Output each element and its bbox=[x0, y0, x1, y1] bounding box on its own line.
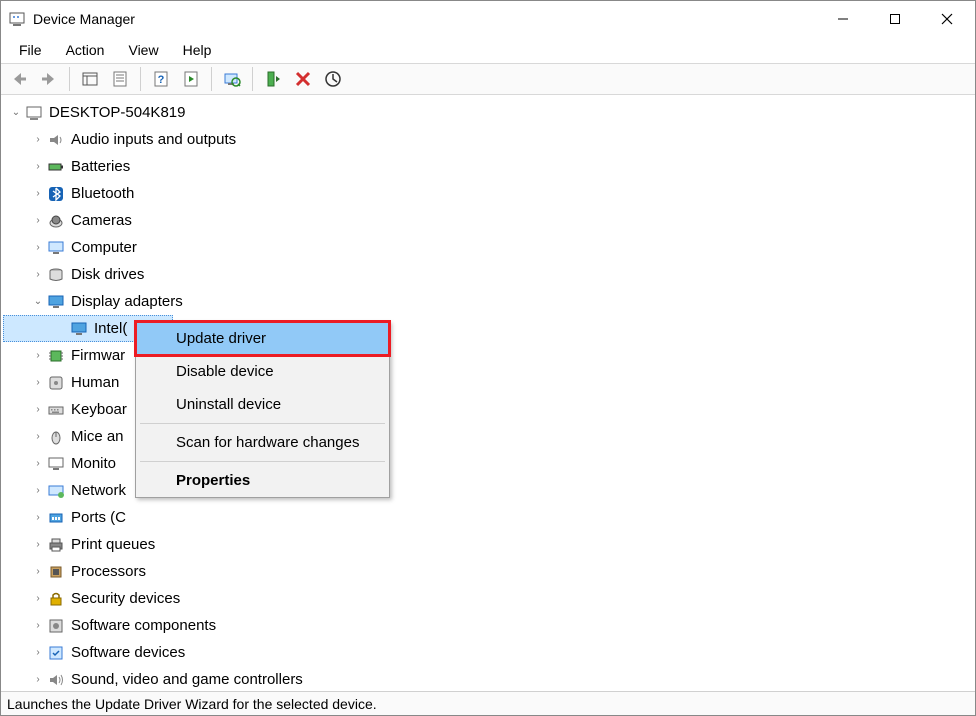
swc-icon bbox=[47, 617, 65, 635]
tree-category-label: Processors bbox=[71, 563, 146, 580]
tree-category-label: Computer bbox=[71, 239, 137, 256]
context-menu: Update driverDisable deviceUninstall dev… bbox=[135, 321, 390, 498]
show-all-button[interactable] bbox=[76, 65, 104, 93]
tree-category-label: Cameras bbox=[71, 212, 132, 229]
tree-category-label: Batteries bbox=[71, 158, 130, 175]
tree-category-label: Firmwar bbox=[71, 347, 125, 364]
context-menu-item[interactable]: Properties bbox=[136, 464, 389, 497]
speaker-icon bbox=[47, 131, 65, 149]
cpu-icon bbox=[47, 563, 65, 581]
minimize-button[interactable] bbox=[817, 1, 869, 37]
tree-category[interactable]: ›Security devices bbox=[3, 585, 975, 612]
close-button[interactable] bbox=[921, 1, 973, 37]
tree-root-label: DESKTOP-504K819 bbox=[49, 104, 185, 121]
tree-category[interactable]: ›Bluetooth bbox=[3, 180, 975, 207]
tree-category-label: Monito bbox=[71, 455, 116, 472]
tree-device-label: Intel( bbox=[94, 320, 127, 337]
battery-icon bbox=[47, 158, 65, 176]
tree-category-label: Ports (C bbox=[71, 509, 126, 526]
statusbar: Launches the Update Driver Wizard for th… bbox=[1, 691, 975, 715]
tree-category[interactable]: ›Disk drives bbox=[3, 261, 975, 288]
tree-category-label: Display adapters bbox=[71, 293, 183, 310]
context-menu-separator bbox=[140, 461, 385, 462]
tree-category-label: Network bbox=[71, 482, 126, 499]
context-menu-separator bbox=[140, 423, 385, 424]
tree-category[interactable]: ›Ports (C bbox=[3, 504, 975, 531]
keyboard-icon bbox=[47, 401, 65, 419]
forward-button[interactable] bbox=[35, 65, 63, 93]
lock-icon bbox=[47, 590, 65, 608]
menu-view[interactable]: View bbox=[116, 40, 170, 60]
toolbar-separator bbox=[69, 67, 70, 91]
tree-root[interactable]: ⌄DESKTOP-504K819 bbox=[3, 99, 975, 126]
disable-button[interactable] bbox=[319, 65, 347, 93]
printer-icon bbox=[47, 536, 65, 554]
tree-category-label: Software components bbox=[71, 617, 216, 634]
context-menu-item[interactable]: Update driver bbox=[136, 322, 389, 355]
network-icon bbox=[47, 482, 65, 500]
tree-category-label: Print queues bbox=[71, 536, 155, 553]
tree-category[interactable]: ›Sound, video and game controllers bbox=[3, 666, 975, 691]
maximize-button[interactable] bbox=[869, 1, 921, 37]
menu-file[interactable]: File bbox=[7, 40, 54, 60]
titlebar: Device Manager bbox=[1, 1, 975, 37]
tree-category[interactable]: ›Processors bbox=[3, 558, 975, 585]
context-menu-item[interactable]: Disable device bbox=[136, 355, 389, 388]
bluetooth-icon bbox=[47, 185, 65, 203]
back-button[interactable] bbox=[5, 65, 33, 93]
status-text: Launches the Update Driver Wizard for th… bbox=[7, 696, 377, 712]
swd-icon bbox=[47, 644, 65, 662]
tree-category-label: Software devices bbox=[71, 644, 185, 661]
camera-icon bbox=[47, 212, 65, 230]
action-button[interactable] bbox=[177, 65, 205, 93]
port-icon bbox=[47, 509, 65, 527]
tree-category-label: Disk drives bbox=[71, 266, 144, 283]
scan-hardware-button[interactable] bbox=[218, 65, 246, 93]
monitor2-icon bbox=[47, 455, 65, 473]
disk-icon bbox=[47, 266, 65, 284]
toolbar-separator bbox=[211, 67, 212, 91]
display-icon bbox=[47, 293, 65, 311]
computer-icon bbox=[25, 104, 43, 122]
display-icon bbox=[70, 320, 88, 338]
properties-button[interactable] bbox=[106, 65, 134, 93]
tree-category[interactable]: ›Print queues bbox=[3, 531, 975, 558]
menubar: File Action View Help bbox=[1, 37, 975, 63]
tree-category[interactable]: ›Software devices bbox=[3, 639, 975, 666]
tree-category[interactable]: ›Software components bbox=[3, 612, 975, 639]
update-driver-button[interactable] bbox=[259, 65, 287, 93]
svg-text:?: ? bbox=[158, 74, 165, 86]
help-button[interactable]: ? bbox=[147, 65, 175, 93]
tree-category-label: Sound, video and game controllers bbox=[71, 671, 303, 688]
tree-category[interactable]: ⌄Display adapters bbox=[3, 288, 975, 315]
tree-category[interactable]: ›Computer bbox=[3, 234, 975, 261]
tree-category[interactable]: ›Batteries bbox=[3, 153, 975, 180]
tree-category-label: Mice an bbox=[71, 428, 124, 445]
hid-icon bbox=[47, 374, 65, 392]
toolbar-separator bbox=[140, 67, 141, 91]
menu-action[interactable]: Action bbox=[54, 40, 117, 60]
toolbar-separator bbox=[252, 67, 253, 91]
tree-category[interactable]: ›Audio inputs and outputs bbox=[3, 126, 975, 153]
tree-category-label: Keyboar bbox=[71, 401, 127, 418]
monitor-icon bbox=[47, 239, 65, 257]
uninstall-button[interactable] bbox=[289, 65, 317, 93]
sound-icon bbox=[47, 671, 65, 689]
tree-category-label: Bluetooth bbox=[71, 185, 134, 202]
tree-category-label: Audio inputs and outputs bbox=[71, 131, 236, 148]
tree-category-label: Human bbox=[71, 374, 119, 391]
window-title: Device Manager bbox=[33, 11, 817, 27]
tree-category[interactable]: ›Cameras bbox=[3, 207, 975, 234]
tree-category-label: Security devices bbox=[71, 590, 180, 607]
context-menu-item[interactable]: Uninstall device bbox=[136, 388, 389, 421]
device-tree[interactable]: ⌄DESKTOP-504K819›Audio inputs and output… bbox=[1, 95, 975, 691]
mouse-icon bbox=[47, 428, 65, 446]
context-menu-item[interactable]: Scan for hardware changes bbox=[136, 426, 389, 459]
toolbar: ? bbox=[1, 63, 975, 95]
app-icon bbox=[9, 11, 25, 27]
menu-help[interactable]: Help bbox=[171, 40, 224, 60]
chip-icon bbox=[47, 347, 65, 365]
